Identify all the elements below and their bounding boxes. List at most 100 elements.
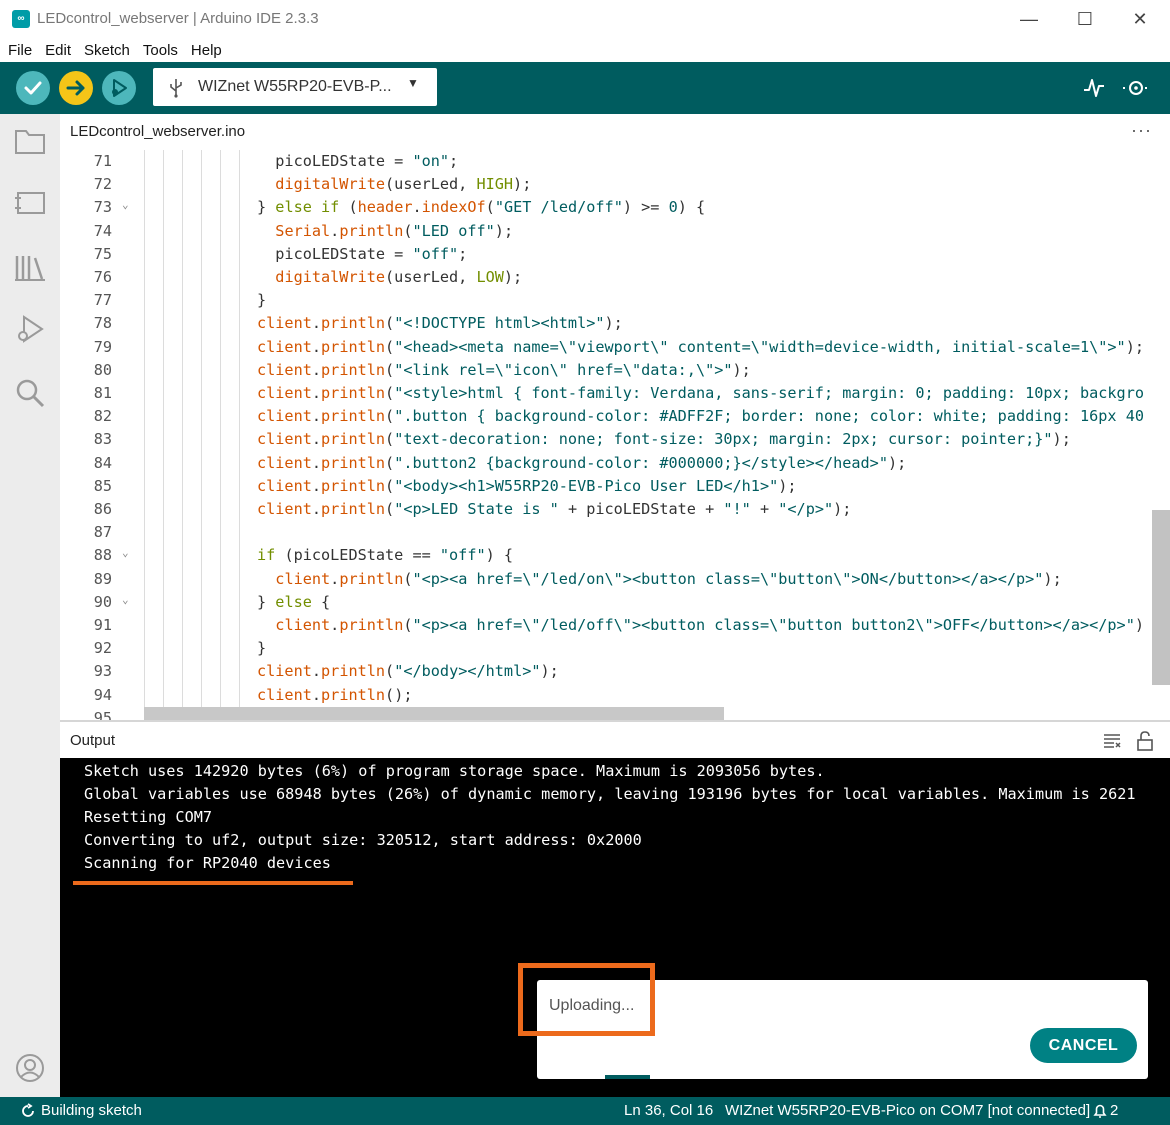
output-line: Scanning for RP2040 devices [84,854,331,872]
code-text: client.println("<p><a href=\"/led/off\">… [275,616,1145,634]
fold-chevron-icon[interactable]: ⌄ [122,546,129,559]
debug-button[interactable] [102,71,136,105]
refresh-icon [22,1103,34,1117]
code-line[interactable]: 71 picoLEDState = "on"; [60,152,1170,175]
cancel-button[interactable]: CANCEL [1030,1028,1137,1063]
menu-bar: File Edit Sketch Tools Help [0,38,1170,62]
user-icon [16,1054,44,1082]
code-line[interactable]: 76 digitalWrite(userLed, LOW); [60,268,1170,291]
boards-manager-button[interactable] [13,186,47,220]
output-line: Resetting COM7 [84,808,213,826]
tab-ledcontrol-webserver[interactable]: LEDcontrol_webserver.ino [60,114,270,150]
menu-edit[interactable]: Edit [45,42,71,59]
menu-tools[interactable]: Tools [143,42,178,59]
code-editor[interactable]: 71 picoLEDState = "on"; 72 digitalWrite(u… [60,150,1170,720]
code-text: client.println(); [257,685,413,704]
maximize-button[interactable]: ☐ [1060,4,1110,34]
sidebar [0,114,60,1097]
more-icon[interactable]: ··· [1131,120,1152,141]
line-number: 72 [93,175,112,194]
code-line[interactable]: 81 client.println("<style>html { font-fam… [60,384,1170,407]
window-title: LEDcontrol_webserver | Arduino IDE 2.3.3 [37,10,319,27]
code-line[interactable]: 78 client.println("<!DOCTYPE html><html>"… [60,314,1170,337]
line-number: 88 [93,546,112,565]
checkmark-icon [24,81,42,95]
horizontal-scrollbar-thumb[interactable] [144,707,724,720]
code-line[interactable]: 72 digitalWrite(userLed, HIGH); [60,175,1170,198]
board-name: WIZnet W55RP20-EVB-P... [198,78,392,95]
line-number: 92 [93,639,112,658]
profile-button[interactable] [13,1051,47,1085]
close-button[interactable]: ✕ [1115,4,1165,34]
code-text: picoLEDState = "off"; [257,244,468,263]
code-line[interactable]: 84 client.println(".button2 {background-c… [60,454,1170,477]
folder-icon [15,130,45,154]
code-text: if (picoLEDState == "off") { [257,546,514,565]
bell-icon[interactable] [1092,1103,1108,1119]
code-line[interactable]: 74 Serial.println("LED off"); [60,222,1170,245]
code-text: } [257,639,267,658]
line-number: 76 [93,268,112,286]
code-text: client.println("<link rel=\"icon\" href=… [257,360,751,379]
minimize-button[interactable]: — [1004,4,1054,34]
code-line[interactable]: 88 ⌄ if (picoLEDState == "off") { [60,546,1170,569]
verify-button[interactable] [16,71,50,105]
code-line[interactable]: 91 client.println("<p><a href=\"/led/off… [60,616,1170,639]
library-icon [15,256,45,281]
code-line[interactable]: 79 client.println("<head><meta name=\"vie… [60,338,1170,361]
serial-monitor-button[interactable] [1122,74,1150,102]
usb-icon [170,79,182,98]
code-line[interactable]: 85 client.println("<body><h1>W55RP20-EVB-… [60,477,1170,500]
line-number: 85 [93,476,112,495]
board-selector[interactable]: WIZnet W55RP20-EVB-P... ▼ [153,68,437,106]
notification-count[interactable]: 2 [1110,1102,1118,1119]
line-number: 71 [93,152,112,170]
code-line[interactable]: 80 client.println("<link rel=\"icon\" hre… [60,361,1170,384]
fold-chevron-icon[interactable]: ⌄ [122,198,129,211]
code-text: client.println("<p><a href=\"/led/on\"><… [275,569,1062,588]
code-line[interactable]: 87 [60,523,1170,546]
line-number: 87 [93,523,112,542]
line-number: 77 [93,291,112,310]
output-line: Sketch uses 142920 bytes (6%) of program… [84,762,825,780]
lock-icon[interactable] [1136,731,1154,751]
sketchbook-button[interactable] [13,124,47,158]
code-line[interactable]: 73 ⌄} else if (header.indexOf("GET /led/o… [60,198,1170,221]
highlight-underline [73,881,353,885]
code-line[interactable]: 83 client.println("text-decoration: none;… [60,430,1170,453]
serial-plotter-button[interactable] [1080,74,1108,102]
menu-help[interactable]: Help [191,42,222,59]
line-number: 93 [93,662,112,681]
board-icon [15,192,45,214]
line-number: 94 [93,685,112,704]
code-text: digitalWrite(userLed, HIGH); [275,175,532,194]
search-icon [16,379,45,408]
library-manager-button[interactable] [13,250,47,284]
menu-file[interactable]: File [8,42,32,59]
code-line[interactable]: 90 ⌄} else { [60,593,1170,616]
chevron-down-icon: ▼ [407,76,419,90]
board-status[interactable]: WIZnet W55RP20-EVB-Pico on COM7 [not con… [725,1102,1090,1119]
upload-button[interactable] [59,71,93,105]
fold-chevron-icon[interactable]: ⌄ [122,593,129,606]
line-number: 73 [93,198,112,217]
code-line[interactable]: 82 client.println(".button { background-c… [60,407,1170,430]
search-button[interactable] [13,376,47,410]
code-text: client.println("text-decoration: none; f… [257,430,1071,449]
code-text: } [257,291,267,310]
code-line[interactable]: 75 picoLEDState = "off"; [60,245,1170,268]
vertical-scrollbar-thumb[interactable] [1152,510,1170,685]
code-line[interactable]: 89 client.println("<p><a href=\"/led/on\… [60,570,1170,593]
cursor-position[interactable]: Ln 36, Col 16 [624,1102,713,1119]
output-title: Output [70,732,116,749]
clear-output-icon[interactable] [1103,733,1121,749]
horizontal-scrollbar[interactable] [60,704,1170,720]
line-number: 75 [93,244,112,263]
code-line[interactable]: 86 client.println("<p>LED State is " + pi… [60,500,1170,523]
code-line[interactable]: 77} [60,291,1170,314]
code-line[interactable]: 93 client.println("</body></html>"); [60,662,1170,685]
code-line[interactable]: 92} [60,639,1170,662]
menu-sketch[interactable]: Sketch [84,42,130,59]
line-number: 83 [93,430,112,449]
debug-panel-button[interactable] [13,312,47,346]
